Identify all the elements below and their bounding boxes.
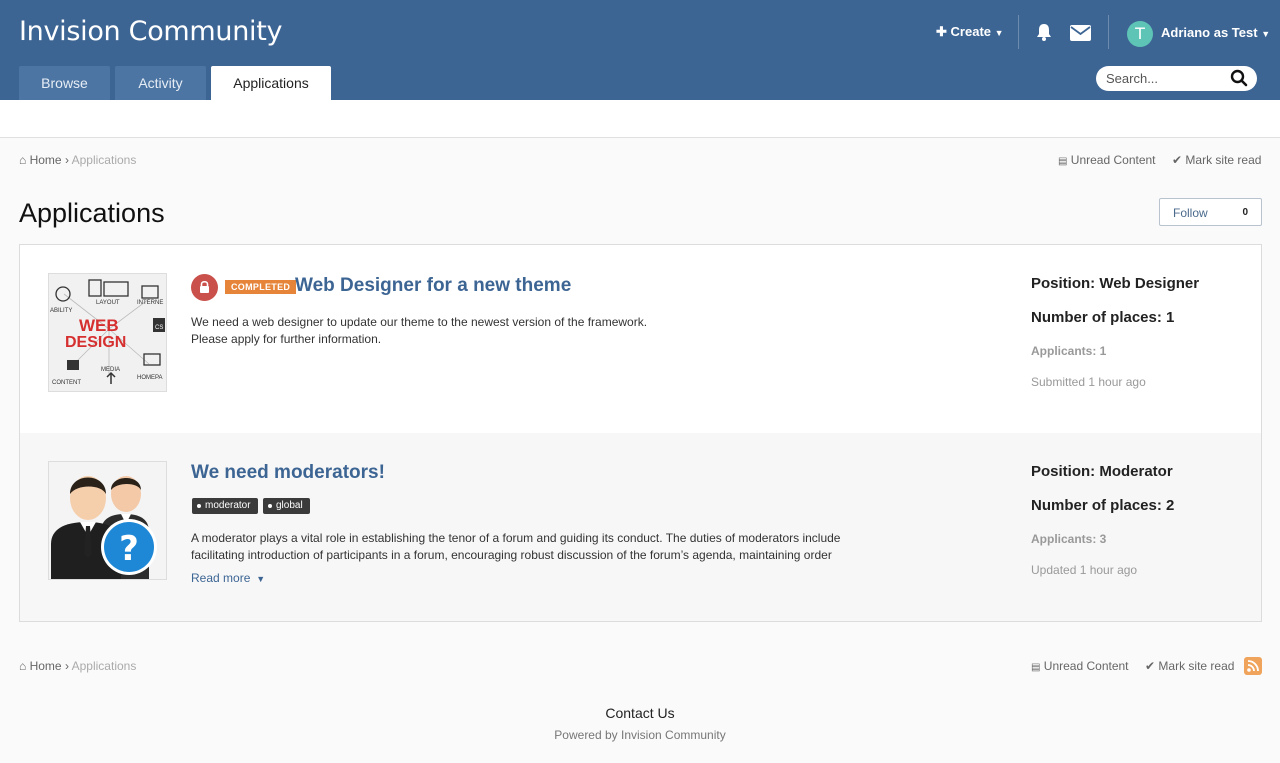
moderator-users-image: ? (49, 462, 166, 579)
thumb-label-web: WEB (79, 316, 119, 335)
home-icon: ⌂ (19, 153, 27, 167)
user-label: Adriano as Test (1161, 25, 1258, 40)
mark-site-read-label: Mark site read (1185, 153, 1262, 167)
follow-count: 0 (1242, 207, 1248, 218)
web-design-image: LAYOUT INTERNE ABILITY CS WEB DESIGN CON… (49, 274, 166, 391)
thumb-label-ability: ABILITY (50, 308, 72, 314)
caret-down-icon: ▼ (994, 28, 1004, 38)
description-line: facilitating introduction of participant… (191, 548, 832, 562)
avatar[interactable]: T (1127, 21, 1153, 47)
description-line: We need a web designer to update our the… (191, 315, 648, 329)
footer-powered-row: Powered by Invision Community (0, 728, 1280, 742)
thumb-label-layout: LAYOUT (96, 300, 120, 306)
timestamp: Submitted 1 hour ago (1031, 375, 1146, 389)
tab-activity[interactable]: Activity (115, 66, 206, 100)
contact-us-link[interactable]: Contact Us (605, 705, 674, 721)
plus-icon: ✚ (936, 24, 947, 39)
caret-down-icon: ▼ (1261, 29, 1271, 39)
item-thumbnail[interactable]: LAYOUT INTERNE ABILITY CS WEB DESIGN CON… (48, 273, 167, 392)
thumb-label-css: CS (155, 325, 163, 331)
tag-global[interactable]: global (263, 498, 310, 514)
home-icon: ⌂ (19, 659, 27, 673)
unread-content-label: Unread Content (1043, 659, 1129, 673)
description-line: A moderator plays a vital role in establ… (191, 531, 841, 545)
thumb-label-content: CONTENT (52, 380, 81, 386)
description-line: Please apply for further information. (191, 332, 382, 346)
breadcrumb-current: Applications (71, 153, 137, 167)
thumb-label-media: MEDIA (101, 367, 120, 373)
list-item: ? We need moderators! moderator global A… (20, 433, 1261, 621)
check-icon: ✔ (1172, 153, 1183, 167)
applicants-count: Applicants: 3 (1031, 532, 1107, 546)
breadcrumb-current: Applications (71, 659, 137, 673)
question-mark-glyph: ? (119, 529, 139, 569)
position-label: Position: Moderator (1031, 463, 1173, 480)
site-title[interactable]: Invision Community (19, 16, 283, 47)
item-title-link[interactable]: Web Designer for a new theme (295, 275, 571, 297)
places-label: Number of places: 1 (1031, 309, 1175, 326)
chevron-right-icon: › (64, 153, 69, 167)
breadcrumb-home[interactable]: Home (30, 153, 62, 167)
follow-label: Follow (1173, 206, 1208, 220)
powered-by-link[interactable]: Powered by Invision Community (554, 728, 725, 742)
unread-icon: ▤ (1058, 156, 1068, 167)
mark-site-read-label: Mark site read (1158, 659, 1235, 673)
item-thumbnail[interactable]: ? (48, 461, 167, 580)
rss-icon[interactable] (1244, 657, 1262, 675)
item-description: A moderator plays a vital role in establ… (191, 530, 840, 564)
bell-icon[interactable] (1034, 22, 1054, 42)
header-divider (1018, 15, 1019, 49)
breadcrumb-home[interactable]: Home (30, 659, 62, 673)
thumb-label-internet: INTERNE (137, 300, 163, 306)
search-input[interactable] (1106, 70, 1226, 87)
timestamp: Updated 1 hour ago (1031, 563, 1138, 577)
read-more-label: Read more (191, 571, 251, 585)
tab-browse[interactable]: Browse (19, 66, 110, 100)
read-more-link[interactable]: Read more ▼ (191, 571, 265, 585)
caret-down-icon: ▼ (253, 574, 266, 584)
tab-applications[interactable]: Applications (211, 66, 331, 100)
search-box (1096, 66, 1257, 91)
chevron-right-icon: › (64, 659, 69, 673)
create-button[interactable]: ✚ Create ▼ (936, 24, 1004, 40)
user-menu[interactable]: Adriano as Test ▼ (1161, 25, 1270, 40)
lock-icon (191, 274, 218, 301)
envelope-icon[interactable] (1070, 25, 1091, 41)
thumb-label-design: DESIGN (65, 334, 126, 351)
breadcrumb: ⌂ Home › Applications (19, 659, 136, 673)
unread-icon: ▤ (1031, 662, 1041, 673)
item-description: We need a web designer to update our the… (191, 314, 647, 348)
tag-moderator[interactable]: moderator (192, 498, 258, 514)
applicants-count: Applicants: 1 (1031, 344, 1107, 358)
secondary-nav (0, 100, 1280, 138)
search-icon[interactable] (1230, 69, 1248, 87)
unread-content-link[interactable]: ▤ Unread Content (1031, 659, 1129, 673)
places-label: Number of places: 2 (1031, 497, 1175, 514)
follow-button[interactable]: Follow 0 (1159, 198, 1262, 226)
site-header: Invision Community Browse Activity Appli… (0, 0, 1280, 100)
mark-site-read-link[interactable]: ✔ Mark site read (1172, 153, 1261, 167)
thumb-label-homepage: HOMEPA (137, 375, 163, 381)
header-divider (1108, 15, 1109, 49)
page-title: Applications (19, 198, 165, 228)
applications-list: LAYOUT INTERNE ABILITY CS WEB DESIGN CON… (19, 244, 1262, 622)
create-label: Create (950, 24, 991, 39)
unread-content-link[interactable]: ▤ Unread Content (1058, 153, 1156, 167)
unread-content-label: Unread Content (1070, 153, 1156, 167)
breadcrumb: ⌂ Home › Applications (19, 153, 136, 167)
position-label: Position: Web Designer (1031, 275, 1200, 292)
status-badge: COMPLETED (225, 280, 297, 294)
footer-contact-row: Contact Us (0, 705, 1280, 721)
mark-site-read-link[interactable]: ✔ Mark site read (1145, 659, 1234, 673)
item-title-link[interactable]: We need moderators! (191, 462, 385, 484)
check-icon: ✔ (1145, 659, 1156, 673)
